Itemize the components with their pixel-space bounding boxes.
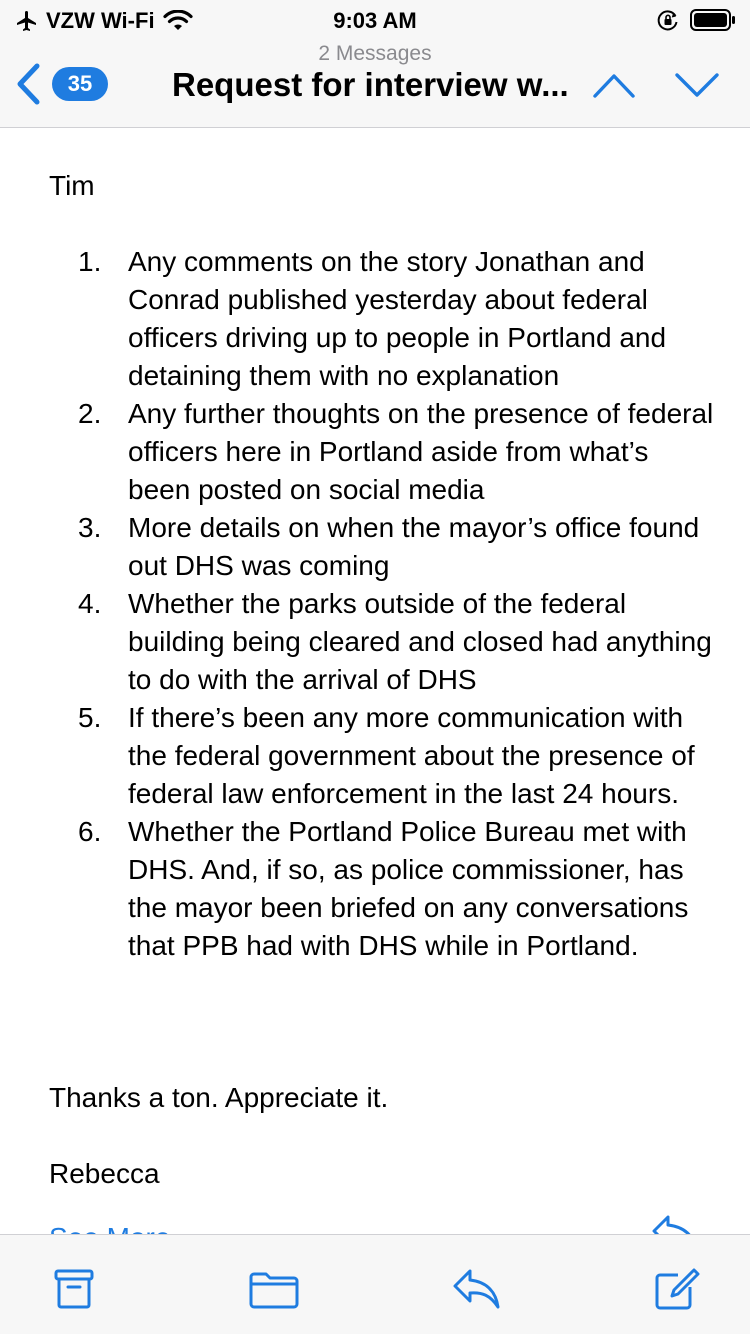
- closing-line: Thanks a ton. Appreciate it.: [49, 1082, 389, 1113]
- chevron-up-icon[interactable]: [592, 68, 636, 102]
- list-item-number: 2.: [78, 398, 102, 429]
- list-item-number: 5.: [78, 702, 102, 733]
- list-item: 5. If there’s been any more communication…: [78, 699, 718, 813]
- list-item-text: More details on when the mayor’s office …: [128, 512, 700, 581]
- compose-icon[interactable]: [650, 1267, 702, 1311]
- email-subject: Request for interview w...: [172, 66, 569, 103]
- question-list: 1. Any comments on the story Jonathan and…: [78, 243, 718, 965]
- list-item-number: 1.: [78, 246, 102, 277]
- archive-icon[interactable]: [48, 1267, 100, 1311]
- list-item-number: 6.: [78, 816, 102, 847]
- battery-icon: [690, 9, 735, 31]
- list-item-number: 3.: [78, 512, 102, 543]
- folder-icon[interactable]: [248, 1267, 300, 1311]
- list-item-text: Any comments on the story Jonathan and C…: [128, 246, 667, 391]
- list-item-text: Whether the Portland Police Bureau met w…: [128, 816, 689, 961]
- status-right: [656, 8, 736, 32]
- status-bar: VZW Wi-Fi 9:03 AM: [0, 0, 750, 40]
- list-item-text: Whether the parks outside of the federal…: [128, 588, 712, 695]
- signature: Rebecca: [49, 1158, 160, 1189]
- list-item: 4. Whether the parks outside of the feder…: [78, 585, 718, 699]
- email-body: Tim 1. Any comments on the story Jonathan…: [0, 129, 750, 1234]
- list-item: 2. Any further thoughts on the presence o…: [78, 395, 718, 509]
- list-item: 6. Whether the Portland Police Bureau met…: [78, 813, 718, 965]
- see-more-link[interactable]: See More: [49, 1219, 170, 1234]
- list-item-text: If there’s been any more communication w…: [128, 702, 695, 809]
- list-item-text: Any further thoughts on the presence of …: [128, 398, 714, 505]
- greeting: Tim: [49, 170, 95, 201]
- list-item: 3. More details on when the mayor’s offic…: [78, 509, 718, 585]
- list-item-number: 4.: [78, 588, 102, 619]
- bottom-toolbar: [0, 1234, 750, 1334]
- unread-count-badge: 35: [52, 67, 108, 101]
- back-button[interactable]: 35: [14, 62, 114, 106]
- mail-nav-header: 2 Messages 35 Request for interview w...: [0, 40, 750, 128]
- status-time: 9:03 AM: [333, 8, 417, 33]
- reply-icon[interactable]: [648, 1211, 700, 1234]
- chevron-down-icon[interactable]: [674, 68, 720, 102]
- list-item: 1. Any comments on the story Jonathan and…: [78, 243, 718, 395]
- chevron-left-icon: [17, 63, 40, 105]
- reply-icon[interactable]: [450, 1267, 502, 1311]
- rotation-lock-icon: [657, 10, 678, 31]
